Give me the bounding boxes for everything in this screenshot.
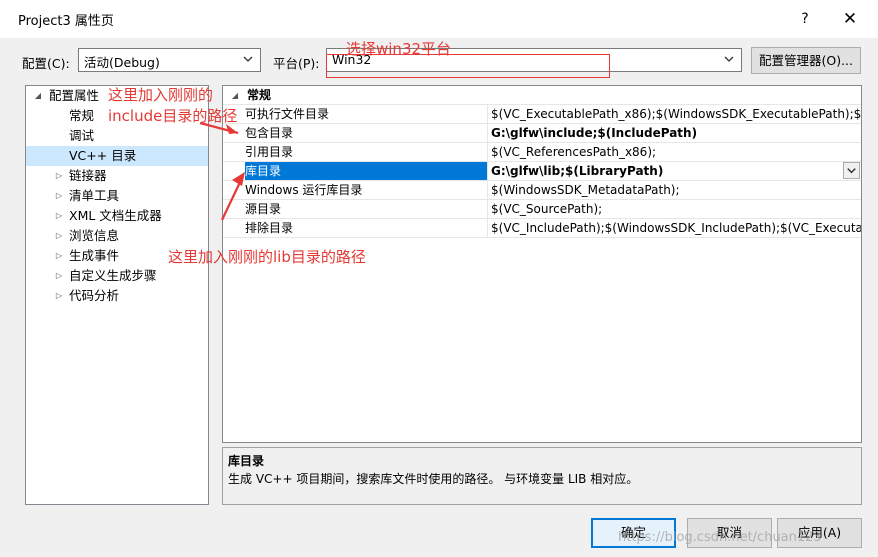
arrow-to-include-icon [199,121,239,135]
annotation-arrows [199,121,245,221]
arrow-to-lib-icon [221,172,245,221]
